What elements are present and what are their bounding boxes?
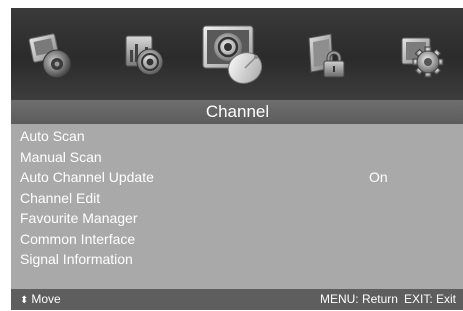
menu-item-label: Signal Information — [20, 251, 133, 267]
channel-menu-list: Auto Scan Manual Scan Auto Channel Updat… — [11, 126, 463, 270]
footer-hints: ⬍ Move MENU: Return EXIT: Exit — [11, 289, 463, 310]
menu-item-label: Auto Channel Update — [20, 169, 154, 185]
menu-item-label: Favourite Manager — [20, 210, 138, 226]
picture-icon[interactable] — [27, 30, 79, 82]
menu-item-signal-information[interactable]: Signal Information — [11, 249, 463, 270]
setup-icon[interactable] — [396, 30, 448, 82]
category-icon-bar — [11, 8, 463, 100]
move-hint: ⬍ Move — [20, 289, 61, 311]
menu-item-manual-scan[interactable]: Manual Scan — [11, 147, 463, 168]
menu-item-channel-edit[interactable]: Channel Edit — [11, 188, 463, 209]
exit-hint: EXIT: Exit — [403, 292, 456, 306]
auto-channel-update-value[interactable]: On — [369, 167, 388, 188]
menu-return-hint: MENU: Return — [319, 292, 398, 306]
move-label: Move — [31, 292, 61, 306]
osd-menu: Channel Auto Scan Manual Scan Auto Chann… — [11, 8, 463, 310]
menu-item-favourite-manager[interactable]: Favourite Manager — [11, 208, 463, 229]
menu-item-auto-scan[interactable]: Auto Scan — [11, 126, 463, 147]
channel-icon[interactable] — [199, 20, 271, 92]
sound-icon[interactable] — [118, 30, 170, 82]
menu-item-label: Channel Edit — [20, 189, 101, 206]
menu-item-label: Common Interface — [20, 230, 136, 247]
menu-item-auto-channel-update[interactable]: Auto Channel Update On — [11, 167, 463, 188]
up-down-arrow-icon: ⬍ — [20, 295, 29, 306]
menu-item-label: Manual Scan — [20, 148, 102, 165]
menu-title: Channel — [11, 100, 463, 124]
key-hints: MENU: Return EXIT: Exit — [320, 289, 456, 310]
menu-item-common-interface[interactable]: Common Interface — [11, 229, 463, 250]
menu-item-label: Auto Scan — [20, 128, 85, 144]
lock-icon[interactable] — [303, 30, 355, 82]
